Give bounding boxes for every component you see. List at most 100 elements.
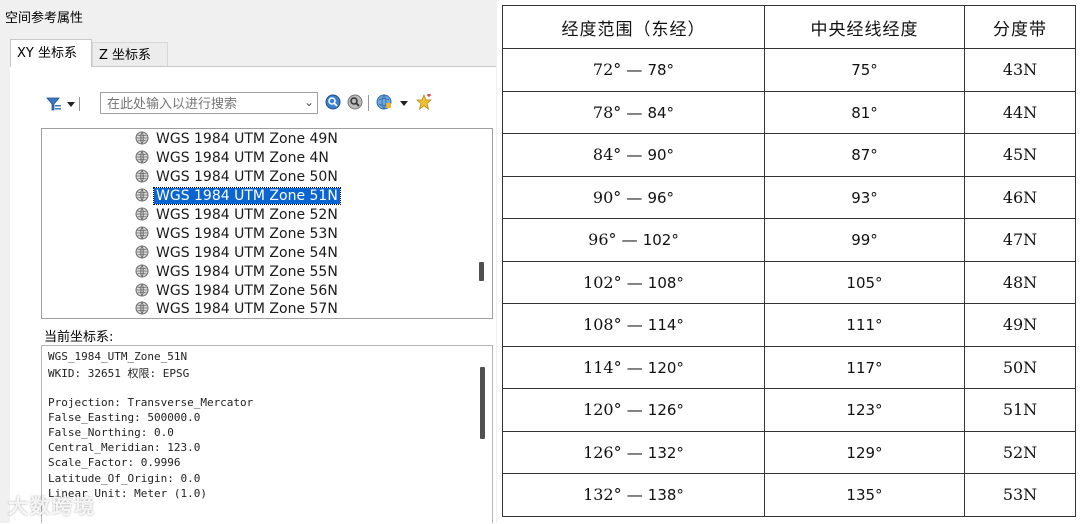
tab-z-coordinate-system[interactable]: Z 坐标系: [92, 42, 168, 67]
range-separator: —: [626, 442, 643, 462]
tree-item[interactable]: WGS 1984 UTM Zone 4N: [135, 149, 331, 168]
tree-item[interactable]: WGS 1984 UTM Zone 56N: [135, 282, 340, 301]
range-start: 102°: [583, 272, 622, 292]
globe-icon: [135, 169, 149, 183]
header-central-meridian: 中央经线经度: [764, 5, 965, 49]
central-meridian-cell: 117°: [764, 345, 965, 389]
central-meridian-value: 123°: [846, 401, 883, 420]
search-combobox[interactable]: ⌄: [100, 92, 318, 114]
central-meridian-value: 117°: [846, 358, 883, 377]
range-separator: —: [626, 357, 643, 377]
tree-item[interactable]: WGS 1984 UTM Zone 50N: [135, 168, 340, 187]
tree-item[interactable]: WGS 1984 UTM Zone 53N: [135, 225, 340, 244]
spatial-reference-dialog: 空间参考属性 XY 坐标系 Z 坐标系 ⌄: [0, 0, 497, 524]
clear-search-icon[interactable]: [347, 94, 363, 110]
range-separator: —: [626, 145, 643, 165]
detail-line: Central_Meridian: 123.0: [48, 441, 201, 455]
search-input[interactable]: [105, 94, 299, 114]
tree-item[interactable]: WGS 1984 UTM Zone 57N: [135, 300, 340, 318]
table-row: 102° — 108° 105° 48N: [502, 260, 1076, 304]
detail-line: Scale_Factor: 0.9996: [48, 456, 181, 470]
search-icon[interactable]: [325, 94, 341, 110]
tree-scrollbar-thumb[interactable]: [479, 262, 484, 281]
central-meridian-value: 135°: [846, 486, 883, 505]
range-separator: —: [626, 272, 643, 292]
central-meridian-cell: 135°: [764, 473, 965, 517]
detail-line: WKID: 32651 权限: EPSG: [48, 367, 190, 381]
coordinate-system-tree[interactable]: WGS 1984 UTM Zone 49N WGS 1984 UTM Zone 4…: [41, 128, 493, 319]
central-meridian-cell: 129°: [764, 430, 965, 474]
range-start: 126°: [583, 442, 622, 462]
central-meridian-cell: 105°: [764, 260, 965, 304]
tree-item[interactable]: WGS 1984 UTM Zone 52N: [135, 206, 340, 225]
central-meridian-value: 93°: [851, 188, 878, 207]
range-end: 84°: [647, 103, 675, 122]
range-end: 120°: [647, 358, 684, 377]
detail-line: False_Easting: 500000.0: [48, 410, 201, 424]
table-row: 96° — 102° 99° 47N: [502, 218, 1076, 262]
longitude-range-cell: 90° — 96°: [502, 175, 765, 219]
chevron-down-icon[interactable]: ⌄: [304, 95, 314, 109]
globe-icon: [135, 131, 149, 145]
range-end: 102°: [642, 231, 679, 250]
longitude-range-cell: 108° — 114°: [502, 303, 765, 347]
globe-icon: [135, 283, 149, 297]
range-end: 126°: [647, 401, 684, 420]
range-separator: —: [626, 60, 643, 80]
tree-item[interactable]: WGS 1984 UTM Zone 51N: [135, 187, 341, 206]
range-end: 108°: [647, 273, 684, 292]
longitude-range-cell: 114° — 120°: [502, 345, 765, 389]
zone-cell: 46N: [964, 175, 1076, 219]
range-start: 90°: [592, 187, 622, 207]
dialog-title: 空间参考属性: [5, 11, 84, 26]
longitude-range-cell: 132° — 138°: [502, 473, 765, 517]
globe-icon: [135, 301, 149, 315]
star-favorite-icon[interactable]: [416, 94, 432, 110]
zone-cell: 44N: [964, 90, 1076, 134]
tab-xy-coordinate-system[interactable]: XY 坐标系: [10, 39, 92, 67]
details-scrollbar-thumb[interactable]: [480, 367, 485, 439]
central-meridian-cell: 81°: [764, 90, 965, 134]
tree-item[interactable]: WGS 1984 UTM Zone 49N: [135, 130, 340, 149]
longitude-range-cell: 84° — 90°: [502, 133, 765, 177]
zone-cell: 52N: [964, 430, 1076, 474]
detail-line: WGS_1984_UTM_Zone_51N: [48, 350, 188, 363]
tree-item-label: WGS 1984 UTM Zone 4N: [156, 150, 329, 166]
longitude-range-cell: 72° — 78°: [502, 48, 765, 92]
range-start: 96°: [588, 230, 617, 250]
central-meridian-value: 75°: [851, 61, 878, 80]
detail-line: Projection: Transverse_Mercator: [48, 395, 254, 409]
tree-item-label: WGS 1984 UTM Zone 53N: [156, 226, 338, 242]
central-meridian-cell: 111°: [764, 303, 965, 347]
detail-line: Latitude_Of_Origin: 0.0: [48, 471, 201, 485]
central-meridian-cell: 99°: [764, 218, 965, 262]
range-separator: —: [626, 485, 643, 505]
range-start: 132°: [583, 485, 622, 505]
globe-icon: [135, 245, 149, 259]
range-start: 120°: [583, 400, 622, 420]
globe-icon: [135, 207, 149, 221]
range-start: 72°: [592, 60, 622, 80]
zone-cell: 50N: [964, 345, 1076, 389]
tree-item[interactable]: WGS 1984 UTM Zone 55N: [135, 263, 340, 282]
range-separator: —: [626, 187, 643, 207]
globe-icon: [135, 264, 149, 278]
range-start: 78°: [592, 102, 622, 122]
tree-item[interactable]: WGS 1984 UTM Zone 54N: [135, 244, 340, 263]
table-row: 132° — 138° 135° 53N: [502, 473, 1076, 517]
range-start: 114°: [583, 357, 622, 377]
zone-cell: 53N: [964, 473, 1076, 517]
longitude-range-cell: 78° — 84°: [502, 90, 765, 134]
add-coordinate-system-dropdown[interactable]: [376, 94, 410, 110]
filter-dropdown-button[interactable]: [45, 95, 81, 113]
detail-line: False_Northing: 0.0: [48, 426, 174, 439]
range-separator: —: [621, 230, 638, 250]
central-meridian-value: 99°: [851, 231, 878, 250]
central-meridian-cell: 87°: [764, 133, 965, 177]
longitude-range-cell: 96° — 102°: [502, 218, 765, 262]
table-row: 126° — 132° 129° 52N: [502, 430, 1076, 474]
header-zone: 分度带: [964, 5, 1076, 49]
tree-item-label: WGS 1984 UTM Zone 51N: [153, 187, 341, 205]
tree-item-label: WGS 1984 UTM Zone 55N: [156, 264, 338, 280]
globe-icon: [135, 226, 149, 240]
